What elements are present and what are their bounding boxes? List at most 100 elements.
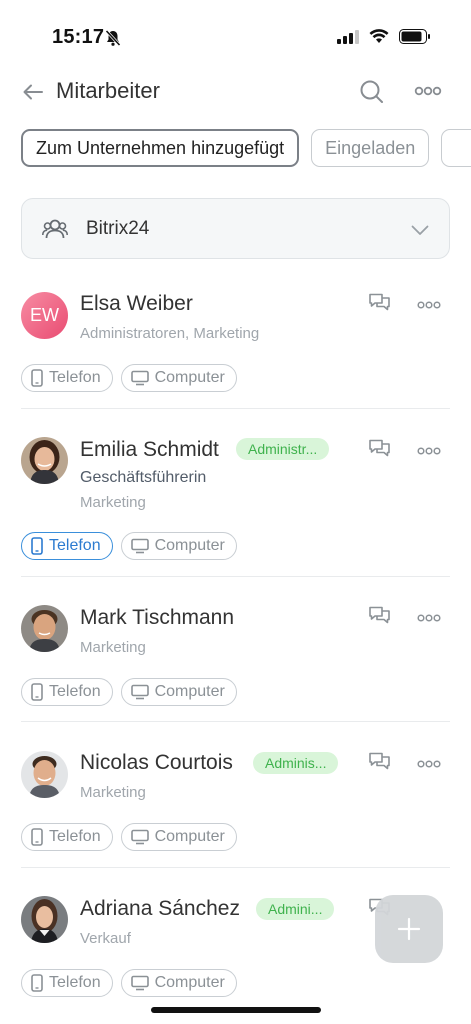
phone-icon <box>31 828 43 846</box>
computer-icon <box>130 829 149 845</box>
computer-label: Computer <box>154 369 225 386</box>
device-chips: Telefon Computer <box>21 364 237 392</box>
employee-department: Verkauf <box>80 930 131 947</box>
chevron-down-icon <box>411 223 429 241</box>
phone-label: Telefon <box>49 828 101 845</box>
filter-added-to-company[interactable]: Zum Unternehmen hinzugefügt <box>21 129 300 167</box>
more-dots-icon <box>417 760 441 768</box>
employee-department: Marketing <box>80 494 146 511</box>
avatar <box>21 896 68 943</box>
phone-chip[interactable]: Telefon <box>21 678 113 706</box>
device-chips: Telefon Computer <box>21 823 237 851</box>
computer-icon <box>130 975 149 991</box>
search-icon <box>360 80 383 103</box>
back-button[interactable] <box>20 80 46 104</box>
add-employee-button[interactable] <box>375 895 443 963</box>
employee-position: Geschäftsführerin <box>80 469 207 486</box>
phone-label: Telefon <box>49 683 101 700</box>
chat-icon <box>369 752 390 770</box>
filter-bar: Zum Unternehmen hinzugefügt Eingeladen <box>21 129 471 169</box>
employee-row[interactable]: Emilia Schmidt Administr... Geschäftsfüh… <box>0 409 471 577</box>
chat-button[interactable] <box>368 751 392 776</box>
chat-button[interactable] <box>368 292 392 317</box>
computer-label: Computer <box>154 683 225 700</box>
company-selector[interactable]: Bitrix24 <box>21 198 450 259</box>
employee-row[interactable]: Nicolas Courtois Adminis... Marketing Te… <box>0 722 471 868</box>
chat-button[interactable] <box>368 438 392 463</box>
filter-invited[interactable]: Eingeladen <box>311 129 430 167</box>
employee-name: Nicolas Courtois <box>80 751 233 774</box>
avatar <box>21 437 68 484</box>
computer-chip[interactable]: Computer <box>120 364 237 392</box>
role-badge: Admini... <box>256 898 335 920</box>
chat-icon <box>369 606 390 624</box>
role-badge: Adminis... <box>253 752 339 774</box>
computer-icon <box>130 684 149 700</box>
phone-chip[interactable]: Telefon <box>21 823 113 851</box>
wifi-icon <box>369 29 389 49</box>
employee-row[interactable]: EW Elsa Weiber Administratoren, Marketin… <box>0 268 471 409</box>
company-name: Bitrix24 <box>86 218 150 239</box>
bell-muted-icon <box>104 29 122 52</box>
search-button[interactable] <box>358 78 386 111</box>
home-indicator <box>151 1007 321 1013</box>
row-more-button[interactable] <box>417 443 441 461</box>
employee-name: Adriana Sánchez <box>80 897 240 920</box>
employee-department: Marketing <box>80 784 146 801</box>
battery-icon <box>399 29 431 49</box>
employee-name: Elsa Weiber <box>80 292 193 315</box>
computer-chip[interactable]: Computer <box>120 823 237 851</box>
phone-chip[interactable]: Telefon <box>21 969 113 997</box>
phone-chip[interactable]: Telefon <box>21 532 113 560</box>
computer-icon <box>130 538 149 554</box>
status-indicators <box>337 29 431 49</box>
more-button[interactable] <box>414 84 442 102</box>
computer-chip[interactable]: Computer <box>120 678 237 706</box>
more-dots-icon <box>414 86 442 96</box>
phone-icon <box>31 974 43 992</box>
filter-more[interactable] <box>441 129 471 167</box>
computer-label: Computer <box>154 974 225 991</box>
row-more-button[interactable] <box>417 610 441 628</box>
computer-label: Computer <box>154 828 225 845</box>
computer-chip[interactable]: Computer <box>120 532 237 560</box>
employee-department: Marketing <box>80 639 146 656</box>
computer-label: Computer <box>154 537 225 554</box>
device-chips: Telefon Computer <box>21 969 237 997</box>
device-chips: Telefon Computer <box>21 532 237 560</box>
row-more-button[interactable] <box>417 297 441 315</box>
more-dots-icon <box>417 614 441 622</box>
row-more-button[interactable] <box>417 756 441 774</box>
status-bar: 15:17 <box>0 0 471 70</box>
page-title: Mitarbeiter <box>56 78 160 103</box>
status-time: 15:17 <box>52 26 105 48</box>
phone-label: Telefon <box>49 369 101 386</box>
role-badge: Administr... <box>236 438 330 460</box>
computer-chip[interactable]: Computer <box>120 969 237 997</box>
arrow-left-icon <box>23 84 43 100</box>
avatar <box>21 751 68 798</box>
plus-icon <box>397 917 421 941</box>
header: Mitarbeiter <box>0 72 471 112</box>
employee-row[interactable]: Mark Tischmann Marketing Telefon Compute… <box>0 577 471 722</box>
chat-button[interactable] <box>368 605 392 630</box>
employee-name: Emilia Schmidt <box>80 438 219 461</box>
phone-icon <box>31 369 43 387</box>
computer-icon <box>130 370 149 386</box>
more-dots-icon <box>417 447 441 455</box>
phone-icon <box>31 683 43 701</box>
employee-department: Administratoren, Marketing <box>80 325 260 342</box>
phone-icon <box>31 537 43 555</box>
avatar: EW <box>21 292 68 339</box>
phone-label: Telefon <box>49 537 101 554</box>
phone-chip[interactable]: Telefon <box>21 364 113 392</box>
phone-label: Telefon <box>49 974 101 991</box>
employee-name: Mark Tischmann <box>80 606 235 629</box>
chat-icon <box>369 439 390 457</box>
chat-icon <box>369 293 390 311</box>
more-dots-icon <box>417 301 441 309</box>
device-chips: Telefon Computer <box>21 678 237 706</box>
avatar <box>21 605 68 652</box>
signal-icon <box>337 29 359 49</box>
users-group-icon <box>42 218 68 245</box>
